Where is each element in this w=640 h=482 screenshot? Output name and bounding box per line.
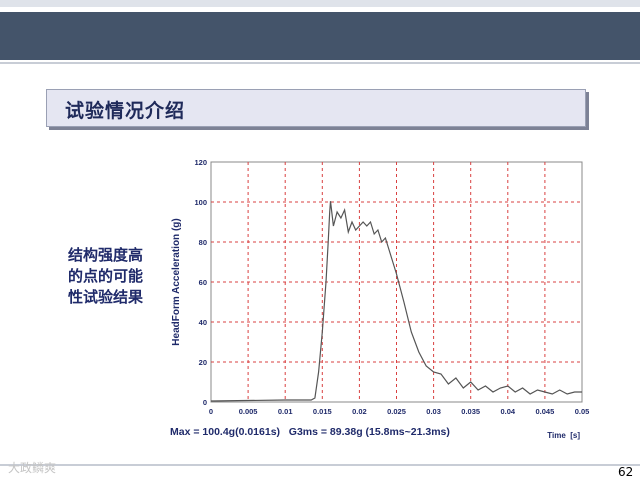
header-band [0, 0, 640, 70]
y-tick-label: 20 [199, 358, 207, 367]
caption-line-3: 性试验结果 [68, 288, 144, 306]
slide-title: 试验情况介绍 [65, 100, 186, 122]
y-axis-label: HeadForm Acceleration (g) [171, 218, 182, 345]
x-tick-label: 0.015 [313, 407, 332, 416]
y-tick-label: 60 [199, 278, 207, 287]
footer-rule [0, 464, 640, 466]
watermark: 大政鳞爽 [8, 461, 57, 475]
page-number: 62 [618, 465, 634, 479]
x-tick-label: 0.03 [426, 407, 441, 416]
chart-caption: 结构强度高 的点的可能 性试验结果 [68, 245, 166, 308]
x-tick-label: 0.05 [575, 407, 590, 416]
x-tick-label: 0.045 [536, 407, 555, 416]
x-tick-label: 0.01 [278, 407, 293, 416]
x-tick-label: 0.04 [500, 407, 515, 416]
header-rule [0, 62, 640, 64]
y-tick-label: 80 [199, 238, 207, 247]
chart-annotation: Max = 100.4g(0.0161s) G3ms = 89.38g (15.… [170, 426, 450, 438]
y-tick-label: 100 [194, 198, 207, 207]
x-axis-label: Time [s] [547, 431, 580, 440]
caption-line-2: 的点的可能 [68, 267, 144, 285]
y-tick-label: 120 [194, 158, 207, 167]
header-dark-stripe [0, 12, 640, 60]
y-tick-label: 0 [203, 398, 207, 407]
slide-title-box: 试验情况介绍 [46, 89, 586, 127]
x-tick-label: 0.005 [239, 407, 258, 416]
caption-line-1: 结构强度高 [68, 246, 144, 264]
x-tick-label: 0.025 [387, 407, 406, 416]
x-tick-label: 0 [209, 407, 213, 416]
x-tick-label: 0.035 [461, 407, 480, 416]
x-tick-label: 0.02 [352, 407, 367, 416]
acceleration-chart: 0 0.005 0.01 0.015 0.02 0.025 0.03 0.035 0.04 0.0… [170, 158, 590, 440]
header-light-stripe [0, 0, 640, 7]
y-tick-label: 40 [199, 318, 207, 327]
